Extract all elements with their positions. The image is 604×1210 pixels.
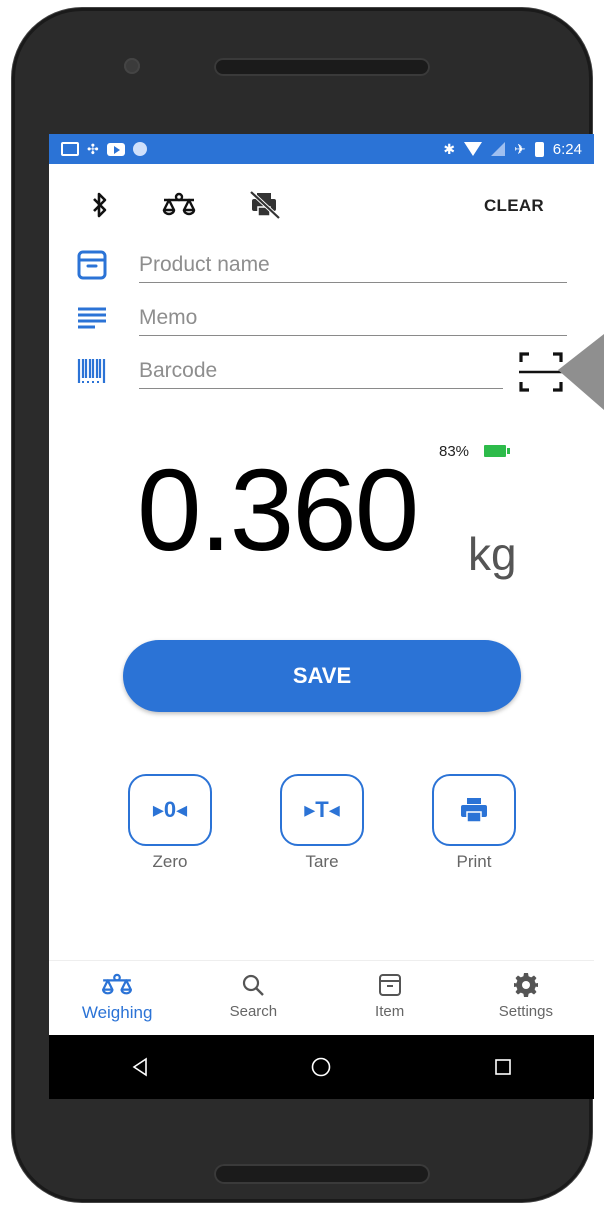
bluetooth-icon — [93, 192, 107, 218]
nav-label-settings: Settings — [498, 1003, 553, 1020]
bottom-speaker — [214, 1164, 430, 1184]
weight-unit: kg — [468, 528, 517, 580]
nav-label-item: Item — [375, 1003, 405, 1020]
back-button[interactable] — [110, 1047, 170, 1087]
print-action: Print — [429, 774, 519, 872]
nav-label-weighing: Weighing — [81, 1003, 153, 1022]
callout-pointer — [558, 334, 604, 410]
circle-icon — [132, 142, 147, 156]
wifi-icon — [464, 142, 483, 156]
nav-label-search: Search — [229, 1003, 278, 1020]
print-button[interactable] — [432, 774, 516, 846]
home-icon — [312, 1057, 331, 1077]
zero-label: Zero — [152, 852, 188, 871]
tare-icon: ▸T◂ — [304, 797, 340, 822]
print-icon — [461, 798, 487, 823]
signal-icon — [491, 142, 506, 156]
tare-action: ▸T◂ Tare — [277, 774, 367, 872]
recents-button[interactable] — [473, 1047, 533, 1087]
clear-button[interactable]: CLEAR — [484, 196, 544, 216]
printer-off-button[interactable] — [247, 188, 283, 222]
print-label: Print — [456, 852, 492, 871]
nav-item-settings[interactable]: Settings — [458, 961, 594, 1036]
archive-icon — [77, 250, 107, 280]
memo-input[interactable] — [139, 301, 567, 336]
barcode-icon — [77, 359, 106, 383]
bottom-nav: Weighing Search Item Settings — [49, 960, 594, 1036]
nav-item-item[interactable]: Item — [322, 961, 458, 1036]
recents-icon — [495, 1059, 511, 1075]
home-button[interactable] — [291, 1047, 351, 1087]
product-name-row — [49, 242, 594, 286]
zero-button[interactable]: ▸0◂ — [128, 774, 212, 846]
printer-off-icon — [249, 190, 281, 220]
gallery-icon — [61, 142, 79, 156]
tare-button[interactable]: ▸T◂ — [280, 774, 364, 846]
airplane-icon: ✈ — [514, 141, 526, 157]
zero-action: ▸0◂ Zero — [125, 774, 215, 872]
top-speaker — [214, 58, 430, 76]
bluetooth-icon: ✱ — [443, 141, 456, 157]
nav-item-weighing[interactable]: Weighing — [49, 961, 185, 1036]
nav-item-search[interactable]: Search — [185, 961, 321, 1036]
item-icon — [378, 974, 401, 996]
search-icon — [243, 974, 265, 996]
gear-icon — [513, 973, 538, 997]
scale-battery-icon — [484, 445, 510, 457]
scale-icon — [102, 973, 133, 995]
back-icon — [132, 1057, 147, 1077]
scale-battery-percent: 83% — [439, 443, 470, 460]
save-button[interactable]: SAVE — [123, 640, 521, 712]
front-camera — [124, 58, 140, 74]
barcode-row — [49, 348, 594, 392]
youtube-icon — [106, 142, 125, 156]
memo-row — [49, 295, 594, 339]
scale-icon — [162, 192, 196, 216]
weight-value: 0.360 — [137, 445, 419, 575]
barcode-input[interactable] — [139, 354, 503, 389]
system-nav-bar — [49, 1035, 594, 1099]
status-time: 6:24 — [552, 140, 582, 158]
phone-frame: ✣ ✱ ✈ 6:24 CLEAR Product name Memo Barco… — [12, 8, 594, 1202]
zero-icon: ▸0◂ — [152, 797, 188, 822]
memo-icon — [78, 307, 106, 329]
product-name-input[interactable] — [139, 248, 567, 283]
sync-icon: ✣ — [87, 141, 99, 157]
bluetooth-button[interactable] — [85, 190, 115, 220]
status-bar: ✣ ✱ ✈ 6:24 — [49, 134, 594, 164]
battery-icon — [534, 141, 544, 157]
scale-button[interactable] — [159, 190, 199, 220]
app-screen: ✣ ✱ ✈ 6:24 CLEAR Product name Memo Barco… — [49, 134, 594, 1099]
tare-label: Tare — [305, 852, 339, 871]
